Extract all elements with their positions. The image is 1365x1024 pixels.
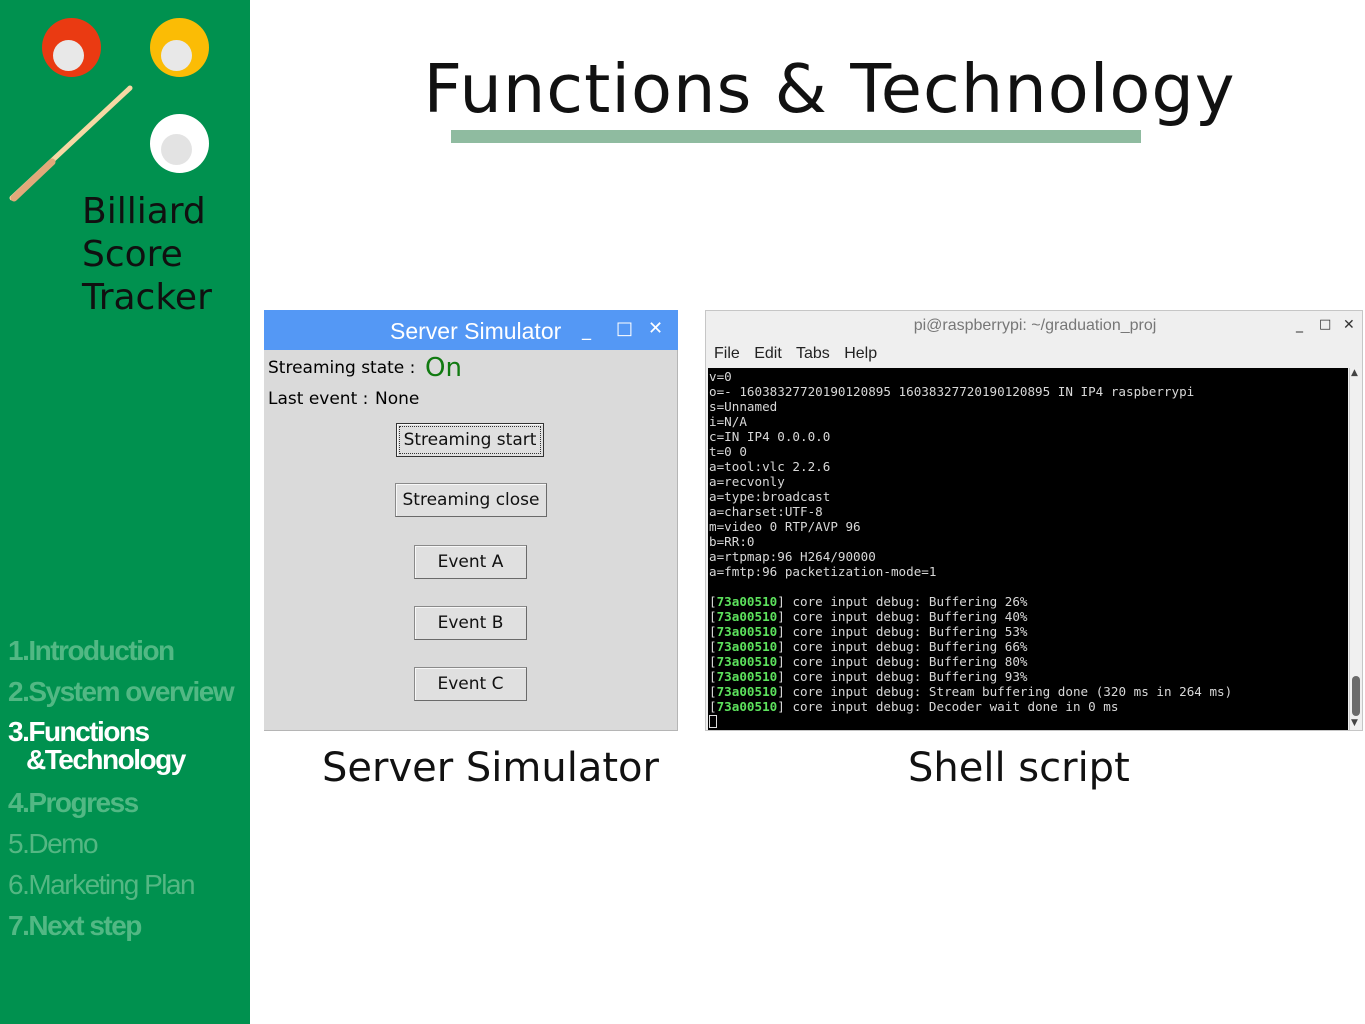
sidebar: Billiard Score Tracker 1.Introduction 2.… [0,0,250,1024]
terminal-line: b=RR:0 [709,534,755,549]
debug-message: core input debug: Decoder wait done in 0… [792,699,1119,714]
terminal-debug-line: [73a00510] core input debug: Stream buff… [709,684,1233,699]
debug-module-id: 73a00510 [716,699,778,714]
terminal-prompt-line [709,714,1348,729]
red-ball-icon [42,18,101,77]
terminal-line: c=IN IP4 0.0.0.0 [709,429,831,444]
menu-tabs[interactable]: Tabs [796,345,830,362]
menu-file[interactable]: File [714,345,740,362]
brand-line: Score [82,234,183,275]
terminal-line: a=rtpmap:96 H264/90000 [709,549,876,564]
debug-message: core input debug: Buffering 66% [792,639,1028,654]
streaming-close-button[interactable]: Streaming close [395,483,547,517]
white-ball-icon [150,114,209,173]
brand-title: Billiard Score Tracker [82,190,212,319]
nav-item-label: 3.Functions [8,716,150,747]
terminal-line: i=N/A [709,414,747,429]
debug-module-id: 73a00510 [716,609,778,624]
streaming-state-label: Streaming state : [268,358,416,378]
cursor-icon [709,715,717,728]
debug-module-id: 73a00510 [716,639,778,654]
window-title: pi@raspberrypi: ~/graduation_proj [913,317,1157,334]
server-simulator-caption: Server Simulator [322,745,659,791]
nav-item-functions-technology[interactable]: 3.Functions &Technology [8,712,248,782]
terminal-debug-line: [73a00510] core input debug: Buffering 4… [709,609,1028,624]
nav-item-progress[interactable]: 4.Progress [8,782,248,823]
nav-item-system-overview[interactable]: 2.System overview [8,671,248,712]
brand-line: Tracker [82,277,212,318]
terminal-line: a=fmtp:96 packetization-mode=1 [709,564,937,579]
terminal-line: v=0 [709,369,732,384]
menu-help[interactable]: Help [844,345,877,362]
nav-item-marketing-plan[interactable]: 6.Marketing Plan [8,864,248,905]
terminal-line: a=tool:vlc 2.2.6 [709,459,831,474]
terminal-line: o=- 16038327720190120895 160383277201901… [709,384,1195,399]
terminal-debug-line: [73a00510] core input debug: Buffering 6… [709,639,1028,654]
nav-item-introduction[interactable]: 1.Introduction [8,630,248,671]
maximize-button[interactable]: □ [616,318,633,340]
debug-message: core input debug: Buffering 26% [792,594,1028,609]
debug-message: core input debug: Buffering 80% [792,654,1028,669]
terminal-line: a=charset:UTF-8 [709,504,823,519]
terminal-debug-line: [73a00510] core input debug: Decoder wai… [709,699,1119,714]
minimize-button[interactable]: _ [1296,317,1303,333]
close-button[interactable]: ✕ [648,318,663,340]
title-underline [451,130,1141,143]
terminal-debug-line: [73a00510] core input debug: Buffering 9… [709,669,1028,684]
event-b-button[interactable]: Event B [414,606,527,640]
terminal-line: t=0 0 [709,444,747,459]
last-event-label: Last event : [268,389,369,409]
streaming-state-value: On [425,353,462,383]
debug-message: core input debug: Stream buffering done … [792,684,1233,699]
page-title: Functions & Technology [423,50,1236,128]
terminal-debug-line: [73a00510] core input debug: Buffering 2… [709,594,1028,609]
scrollbar-thumb[interactable] [1352,676,1360,716]
debug-message: core input debug: Buffering 53% [792,624,1028,639]
terminal-debug-line: [73a00510] core input debug: Buffering 8… [709,654,1028,669]
cue-stick-icon [9,85,133,202]
server-simulator-window: Server Simulator _ □ ✕ Streaming state :… [264,310,678,731]
debug-module-id: 73a00510 [716,684,778,699]
debug-module-id: 73a00510 [716,669,778,684]
terminal-window: pi@raspberrypi: ~/graduation_proj _ □ ✕ … [705,310,1363,731]
debug-message: core input debug: Buffering 40% [792,609,1028,624]
terminal-menubar: File Edit Tabs Help [714,345,887,363]
event-a-button[interactable]: Event A [414,545,527,579]
minimize-button[interactable]: _ [582,320,591,342]
event-c-button[interactable]: Event C [414,667,527,701]
window-titlebar[interactable]: Server Simulator _ □ ✕ [264,310,678,350]
last-event-value: None [375,389,420,409]
nav-item-label: &Technology [26,744,186,775]
debug-module-id: 73a00510 [716,594,778,609]
yellow-ball-icon [150,18,209,77]
terminal-line: a=type:broadcast [709,489,831,504]
terminal-scrollbar[interactable]: ▲ ▼ [1349,368,1362,730]
terminal-line: s=Unnamed [709,399,778,414]
scroll-down-icon[interactable]: ▼ [1351,718,1358,728]
sidebar-nav: 1.Introduction 2.System overview 3.Funct… [8,630,248,946]
close-button[interactable]: ✕ [1343,317,1355,333]
nav-item-demo[interactable]: 5.Demo [8,823,248,864]
maximize-button[interactable]: □ [1319,317,1331,332]
nav-item-next-step[interactable]: 7.Next step [8,905,248,946]
menu-edit[interactable]: Edit [754,345,782,362]
shell-script-caption: Shell script [908,745,1130,791]
debug-module-id: 73a00510 [716,624,778,639]
debug-message: core input debug: Buffering 93% [792,669,1028,684]
streaming-start-button[interactable]: Streaming start [396,423,544,457]
terminal-line: a=recvonly [709,474,785,489]
scroll-up-icon[interactable]: ▲ [1351,368,1358,378]
terminal-output[interactable]: v=0 o=- 16038327720190120895 160383277201… [708,368,1348,730]
terminal-line: m=video 0 RTP/AVP 96 [709,519,861,534]
terminal-debug-line: [73a00510] core input debug: Buffering 5… [709,624,1028,639]
brand-line: Billiard [82,191,206,232]
debug-module-id: 73a00510 [716,654,778,669]
